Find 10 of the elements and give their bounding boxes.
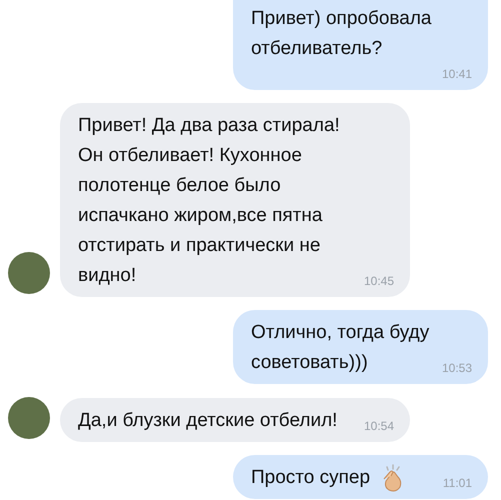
message-text: Отлично, тогда буду советовать))) (251, 321, 430, 375)
message-time: 10:45 (362, 273, 394, 290)
message-time: 11:01 (442, 475, 472, 492)
message-time: 10:54 (362, 418, 394, 435)
message-text: Привет! Да два раза стирала! Он отбеливает! Кухонное полотенце белое было испачкано жиром,все пятна отстирать и практически не видно! (78, 114, 340, 288)
message-text: Да,и блузки детские отбелил! (78, 409, 338, 433)
message-text: Привет) опробовала отбеливатель? (251, 7, 432, 61)
message-text: Просто супер (251, 466, 370, 490)
message-time: 10:41 (440, 66, 472, 83)
message-time: 10:53 (440, 360, 472, 377)
